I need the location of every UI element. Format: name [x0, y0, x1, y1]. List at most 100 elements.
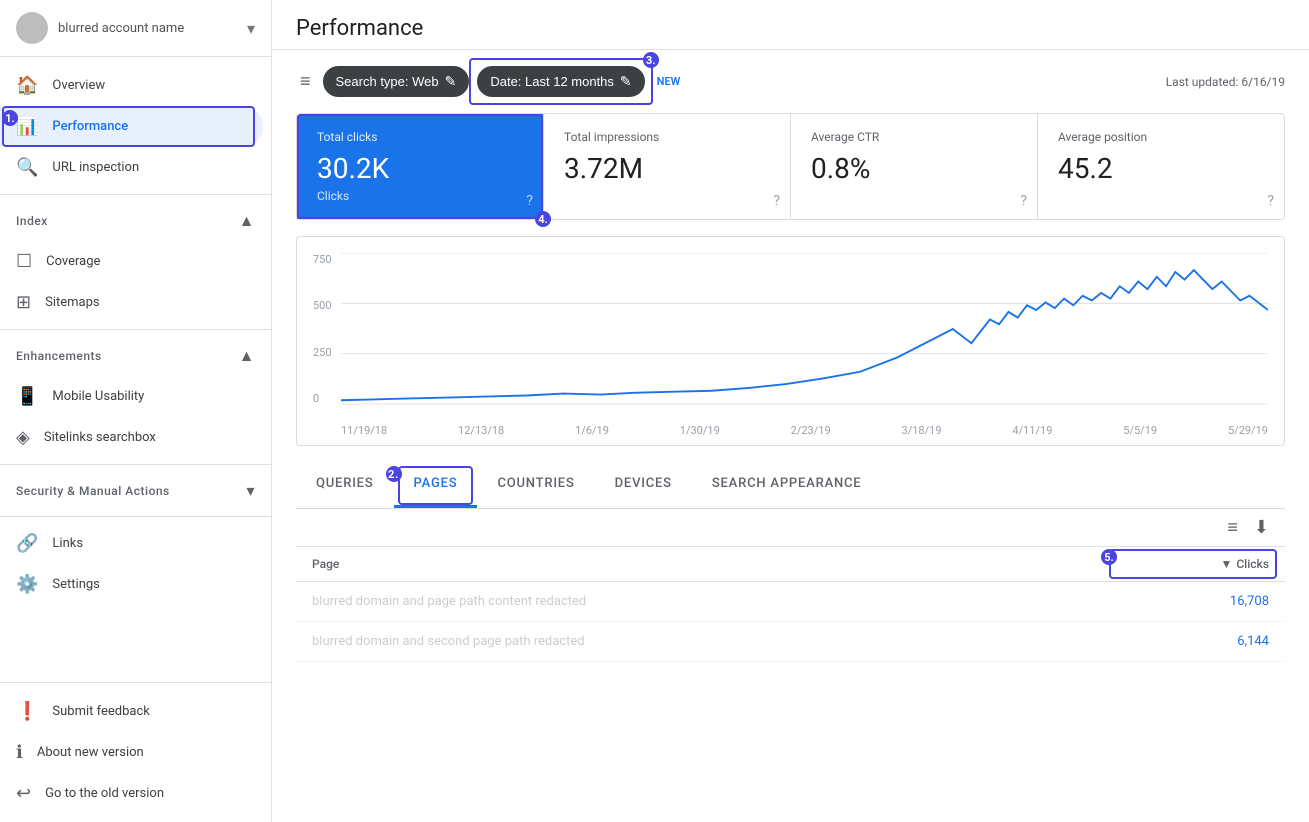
- metric-card-clicks[interactable]: 4. Total clicks 30.2K ? Clicks: [297, 114, 544, 219]
- account-dropdown-icon[interactable]: ▾: [247, 19, 255, 38]
- annotation-number-3: 3.: [643, 52, 659, 68]
- settings-icon: ⚙️: [16, 574, 38, 595]
- tab-label-queries: QUERIES: [316, 476, 374, 491]
- x-label-3: 1/6/19: [575, 424, 609, 437]
- table-row: blurred domain and page path content red…: [296, 582, 1285, 622]
- main-header: Performance: [272, 0, 1309, 50]
- divider-2: [0, 329, 271, 330]
- sidebar-label-performance: Performance: [52, 119, 128, 134]
- sidebar-item-sitelinks-searchbox[interactable]: ◈ Sitelinks searchbox: [0, 417, 263, 458]
- date-chip[interactable]: Date: Last 12 months ✎: [477, 66, 644, 97]
- filter-button[interactable]: ≡: [296, 67, 315, 96]
- metric-card-impressions[interactable]: Total impressions 3.72M ?: [544, 114, 791, 219]
- col-header-clicks: 5. ▼ Clicks: [1169, 557, 1269, 571]
- main-content: Performance ≡ Search type: Web ✎ 3. Date…: [272, 0, 1309, 822]
- table-header-row: Page 5. ▼ Clicks: [296, 547, 1285, 582]
- tab-queries[interactable]: QUERIES: [296, 462, 394, 508]
- edit-icon: ✎: [445, 73, 457, 90]
- back-icon: ↩: [16, 783, 31, 804]
- chart-svg: [341, 253, 1268, 405]
- sidebar-item-mobile-usability[interactable]: 📱 Mobile Usability: [0, 376, 263, 417]
- metric-value-clicks: 30.2K: [317, 152, 523, 185]
- sidebar-footer: ❗ Submit feedback ℹ About new version ↩ …: [0, 682, 271, 822]
- x-label-1: 11/19/18: [341, 424, 387, 437]
- x-label-6: 3/18/19: [902, 424, 942, 437]
- annotation-box-1: [2, 106, 255, 147]
- index-section-header[interactable]: Index ▲: [0, 201, 271, 241]
- sidebar-item-about-new-version[interactable]: ℹ About new version: [0, 732, 263, 773]
- tab-search-appearance[interactable]: SEARCH APPEARANCE: [692, 462, 882, 508]
- tab-pages[interactable]: 2. PAGES: [394, 462, 478, 508]
- feedback-icon: ❗: [16, 701, 38, 722]
- sidebar-label-links: Links: [52, 536, 83, 551]
- chevron-up-icon-2: ▲: [239, 346, 255, 366]
- sidebar-item-sitemaps[interactable]: ⊞ Sitemaps: [0, 282, 263, 323]
- sidebar-item-settings[interactable]: ⚙️ Settings: [0, 564, 263, 605]
- toolbar-row: ≡ Search type: Web ✎ 3. Date: Last 12 mo…: [296, 66, 1285, 97]
- security-section-label: Security & Manual Actions: [16, 484, 170, 498]
- divider-3: [0, 464, 271, 465]
- account-name: blurred account name: [58, 21, 237, 36]
- metric-card-ctr[interactable]: Average CTR 0.8% ?: [791, 114, 1038, 219]
- y-label-250: 250: [313, 346, 332, 359]
- tab-devices[interactable]: DEVICES: [595, 462, 692, 508]
- chevron-up-icon: ▲: [239, 211, 255, 231]
- searchbox-icon: ◈: [16, 427, 30, 448]
- y-label-500: 500: [313, 299, 332, 312]
- page-title: Performance: [296, 16, 423, 41]
- tab-countries[interactable]: COUNTRIES: [477, 462, 594, 508]
- sort-down-icon: ▼: [1220, 557, 1232, 571]
- col-label-clicks: Clicks: [1236, 557, 1269, 571]
- divider-4: [0, 516, 271, 517]
- tab-label-countries: COUNTRIES: [497, 476, 574, 491]
- row-clicks-1: 16,708: [1169, 594, 1269, 609]
- sidebar-label-coverage: Coverage: [46, 254, 100, 269]
- info-icon: ℹ: [16, 742, 23, 763]
- x-label-7: 4/11/19: [1012, 424, 1052, 437]
- metric-value-position: 45.2: [1058, 152, 1264, 185]
- sidebar-label-overview: Overview: [52, 78, 105, 93]
- home-icon: 🏠: [16, 75, 38, 96]
- search-type-chip[interactable]: Search type: Web ✎: [323, 66, 470, 97]
- table-download-button[interactable]: ⬇: [1254, 517, 1269, 538]
- col-header-page: Page: [312, 557, 1169, 571]
- annotation-number-5: 5.: [1101, 549, 1117, 565]
- x-label-4: 1/30/19: [680, 424, 720, 437]
- chart-x-labels: 11/19/18 12/13/18 1/6/19 1/30/19 2/23/19…: [341, 424, 1268, 437]
- metric-label-clicks: Total clicks: [317, 130, 523, 144]
- last-updated: Last updated: 6/16/19: [1166, 75, 1285, 89]
- sidebar-item-coverage[interactable]: ☐ Coverage: [0, 241, 263, 282]
- security-section-header[interactable]: Security & Manual Actions ▾: [0, 471, 271, 510]
- sidebar-item-overview[interactable]: 🏠 Overview: [0, 65, 263, 106]
- y-label-0: 0: [313, 392, 332, 405]
- x-label-2: 12/13/18: [458, 424, 504, 437]
- sidebar-item-go-to-old-version[interactable]: ↩ Go to the old version: [0, 773, 263, 814]
- sidebar-item-performance[interactable]: 1. 📊 Performance: [0, 106, 263, 147]
- chart-icon: 📊: [16, 116, 38, 137]
- enhancements-section-header[interactable]: Enhancements ▲: [0, 336, 271, 376]
- chevron-down-icon: ▾: [246, 481, 255, 500]
- metric-label-impressions: Total impressions: [564, 130, 770, 144]
- table-filter-button[interactable]: ≡: [1227, 517, 1238, 538]
- coverage-icon: ☐: [16, 251, 32, 272]
- sidebar-label-url-inspection: URL inspection: [52, 160, 139, 175]
- sidebar-label-settings: Settings: [52, 577, 99, 592]
- chart-svg-container: [341, 253, 1268, 405]
- help-icon-clicks: ?: [526, 193, 533, 209]
- table-row: blurred domain and second page path reda…: [296, 622, 1285, 662]
- annotation-number-2: 2.: [386, 466, 402, 482]
- date-label: Date: Last 12 months: [490, 74, 614, 89]
- help-icon-ctr: ?: [1020, 193, 1027, 209]
- sidebar-label-about-new-version: About new version: [37, 745, 144, 760]
- sidebar-item-submit-feedback[interactable]: ❗ Submit feedback: [0, 691, 263, 732]
- sidebar-item-url-inspection[interactable]: 🔍 URL inspection: [0, 147, 263, 188]
- row-page-1: blurred domain and page path content red…: [312, 594, 1169, 609]
- sidebar-label-go-to-old-version: Go to the old version: [45, 786, 164, 801]
- metric-card-position[interactable]: Average position 45.2 ?: [1038, 114, 1284, 219]
- tabs-row: QUERIES 2. PAGES COUNTRIES DEVICES SEARC…: [296, 462, 1285, 509]
- search-type-label: Search type: Web: [336, 74, 439, 89]
- row-clicks-2: 6,144: [1169, 634, 1269, 649]
- table-toolbar: ≡ ⬇: [296, 509, 1285, 547]
- sidebar-item-links[interactable]: 🔗 Links: [0, 523, 263, 564]
- y-label-750: 750: [313, 253, 332, 266]
